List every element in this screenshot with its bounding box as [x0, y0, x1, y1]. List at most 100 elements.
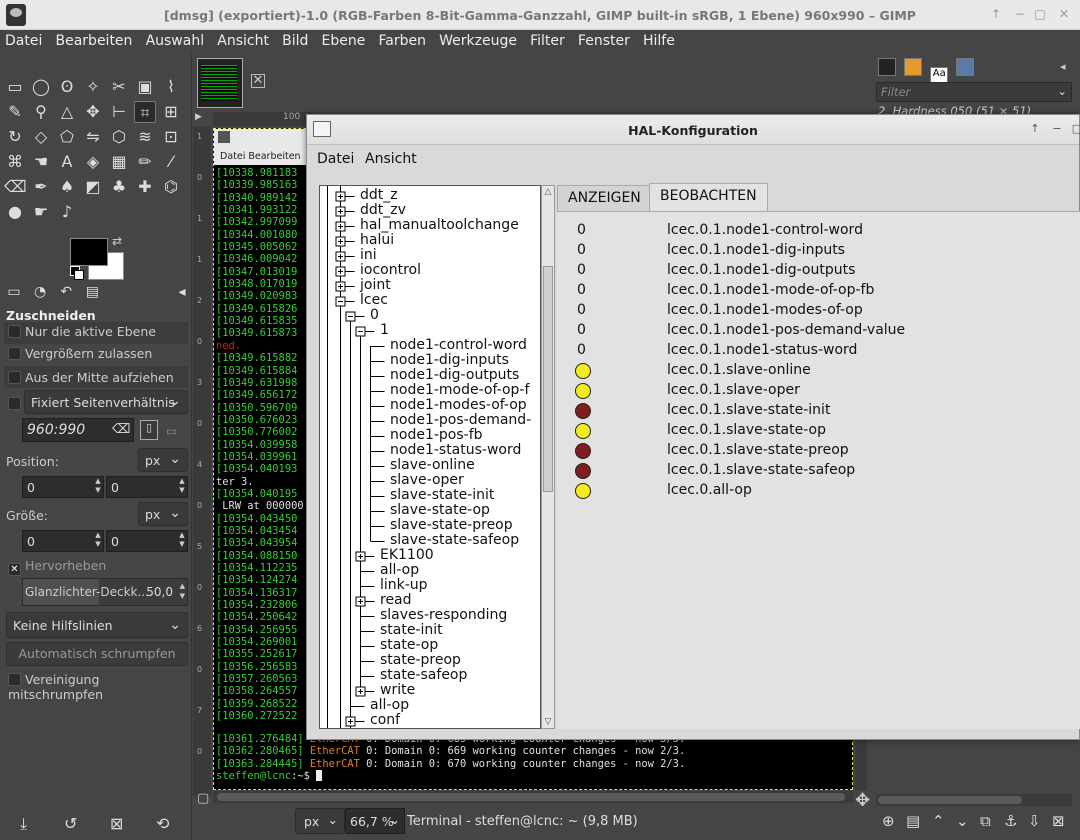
rect-select-tool-icon[interactable]: ▭: [4, 76, 26, 98]
hal-tree-view[interactable]: ddt_z ddt_zv hal_manualtoolchange halui ini i…: [319, 185, 541, 729]
swap-colors-icon[interactable]: ⇄: [112, 234, 122, 248]
restore-options-icon[interactable]: ↺: [64, 814, 77, 833]
zoom-dropdown[interactable]: 66,7 % ⌄: [345, 808, 405, 834]
tree-item[interactable]: slave-state-safeop: [390, 533, 519, 548]
tree-item[interactable]: joint: [360, 278, 391, 293]
heal-tool-icon[interactable]: ✚: [134, 176, 156, 198]
menu-farben[interactable]: Farben: [374, 30, 430, 49]
watch-pin-name[interactable]: lcec.0.1.node1-mode-of-op-fb: [667, 282, 874, 298]
new-layer-group-icon[interactable]: ▤: [906, 812, 920, 830]
tree-item[interactable]: ini: [360, 248, 377, 263]
patterns-tab-icon[interactable]: [904, 58, 923, 76]
menu-werkzeuge[interactable]: Werkzeuge: [434, 30, 521, 49]
paths-tool-icon[interactable]: ⌇: [160, 76, 182, 98]
save-options-icon[interactable]: ⤓: [20, 814, 27, 834]
size-unit-dropdown[interactable]: px ⌄: [138, 502, 188, 526]
tree-item[interactable]: EK1100: [380, 548, 434, 563]
tree-item[interactable]: ddt_z: [360, 188, 398, 203]
window-maximize-button[interactable]: □: [1032, 7, 1048, 21]
scissors-tool-icon[interactable]: ✂: [108, 76, 130, 98]
tree-item[interactable]: lcec: [360, 293, 388, 308]
color-picker-tool-icon[interactable]: ✎: [4, 101, 26, 123]
flip-tool-icon[interactable]: ⇋: [82, 126, 104, 148]
eraser-tool-icon[interactable]: ⌫: [4, 176, 27, 198]
position-x-spinner[interactable]: ▲ ▼: [92, 477, 104, 497]
size-height-spinner[interactable]: ▲ ▼: [176, 531, 188, 551]
menu-bild[interactable]: Bild: [277, 30, 312, 49]
foreground-select-tool-icon[interactable]: ▣: [134, 76, 156, 98]
tree-item[interactable]: 1: [380, 323, 389, 338]
dodge-burn-tool-icon[interactable]: ♪: [56, 201, 78, 223]
hal-menu-datei[interactable]: Datei: [317, 151, 354, 167]
move-tool-icon[interactable]: ✥: [82, 101, 104, 123]
window-close-button[interactable]: ✕: [1056, 7, 1072, 21]
tree-item[interactable]: slave-state-op: [390, 503, 490, 518]
tree-item[interactable]: node1-control-word: [390, 338, 527, 353]
tree-item[interactable]: node1-pos-demand-: [390, 413, 531, 428]
tree-item[interactable]: ddt_zv: [360, 203, 406, 218]
clear-input-icon[interactable]: ⌫: [112, 422, 130, 437]
watch-pin-name[interactable]: lcec.0.1.node1-control-word: [667, 222, 863, 238]
pencil-tool-icon[interactable]: ✏: [134, 151, 156, 173]
tree-item[interactable]: state-safeop: [380, 668, 467, 683]
window-keep-above-button[interactable]: ↑: [988, 7, 1004, 21]
merge-layer-icon[interactable]: ⇩: [1028, 812, 1041, 830]
tree-item[interactable]: iocontrol: [360, 263, 421, 278]
perspective-tool-icon[interactable]: ⬠: [56, 126, 78, 148]
delete-layer-icon[interactable]: ⊠: [1052, 812, 1065, 830]
shear-tool-icon[interactable]: ◇: [30, 126, 52, 148]
measure-tool-icon[interactable]: △: [56, 101, 78, 123]
size-width-spinner[interactable]: ▲ ▼: [92, 531, 104, 551]
gradient-tool-icon[interactable]: ▦: [108, 151, 130, 173]
lasso-tool-icon[interactable]: ʘ: [56, 76, 78, 98]
menu-fenster[interactable]: Fenster: [573, 30, 634, 49]
only-active-layer-checkbox[interactable]: Nur die aktive Ebene: [8, 324, 156, 339]
warp-transform-tool-icon[interactable]: ⌘: [4, 151, 26, 173]
watch-pin-name[interactable]: lcec.0.1.slave-state-preop: [667, 442, 849, 458]
tree-item[interactable]: conf: [370, 713, 400, 728]
new-layer-icon[interactable]: ⊕: [882, 812, 895, 830]
hal-minimize-button[interactable]: −: [1049, 122, 1065, 135]
fuzzy-select-tool-icon[interactable]: ✧: [82, 76, 104, 98]
menu-filter[interactable]: Filter: [525, 30, 569, 49]
watch-pin-name[interactable]: lcec.0.1.slave-state-op: [667, 422, 826, 438]
tree-item[interactable]: hal_manualtoolchange: [360, 218, 519, 233]
crop-tool-icon[interactable]: ⌗: [134, 101, 156, 123]
terminal-prompt[interactable]: steffen@lcnc:~$: [216, 770, 685, 782]
guides-dropdown[interactable]: Keine Hilfslinien ⌄: [6, 612, 188, 638]
smudge2-tool-icon[interactable]: ☛: [30, 201, 52, 223]
highlight-opacity-slider[interactable]: Glanzlichter-Deckk... 50,0 ▲ ▼: [22, 578, 188, 606]
tree-item[interactable]: state-preop: [380, 653, 461, 668]
fixed-ratio-checkbox[interactable]: [8, 396, 25, 411]
device-status-tab-icon[interactable]: ◔: [30, 284, 50, 302]
watch-pin-name[interactable]: lcec.0.1.node1-dig-inputs: [667, 242, 845, 258]
default-colors-icon[interactable]: [70, 266, 84, 280]
tree-item[interactable]: node1-dig-outputs: [390, 368, 519, 383]
blur-tool-icon[interactable]: ●: [4, 201, 26, 223]
delete-options-icon[interactable]: ⊠: [110, 814, 123, 833]
tree-item[interactable]: node1-status-word: [390, 443, 521, 458]
scroll-down-icon[interactable]: ▽: [542, 716, 554, 728]
menu-ebene[interactable]: Ebene: [317, 30, 370, 49]
image-tab-thumbnail[interactable]: [197, 58, 243, 108]
handle-transform-tool-icon[interactable]: ⊡: [160, 126, 182, 148]
menu-ansicht[interactable]: Ansicht: [212, 30, 273, 49]
undo-history-tab-icon[interactable]: ↶: [56, 284, 76, 302]
allow-grow-checkbox[interactable]: Vergrößern zulassen: [8, 346, 152, 361]
watch-pin-name[interactable]: lcec.0.1.node1-modes-of-op: [667, 302, 863, 318]
document-history-tab-icon[interactable]: [956, 58, 975, 76]
rotate-tool-icon[interactable]: ↻: [4, 126, 26, 148]
menu-datei[interactable]: Datei: [0, 30, 46, 49]
window-minimize-button[interactable]: −: [1012, 7, 1028, 21]
menu-bearbeiten[interactable]: Bearbeiten: [51, 30, 137, 49]
quick-mask-icon[interactable]: ▢: [197, 791, 209, 806]
shrink-merged-checkbox[interactable]: Vereinigung mitschrumpfen: [8, 672, 191, 702]
watch-pin-name[interactable]: lcec.0.1.slave-online: [667, 362, 811, 378]
scroll-thumb[interactable]: [217, 793, 845, 801]
watch-pin-name[interactable]: lcec.0.1.node1-status-word: [667, 342, 857, 358]
hal-menu-ansicht[interactable]: Ansicht: [365, 151, 417, 167]
tree-item[interactable]: 0: [370, 308, 379, 323]
airbrush-tool-icon[interactable]: ✒: [30, 176, 52, 198]
canvas-horizontal-scrollbar[interactable]: [213, 791, 853, 803]
hal-keep-above-button[interactable]: ↑: [1027, 122, 1043, 135]
